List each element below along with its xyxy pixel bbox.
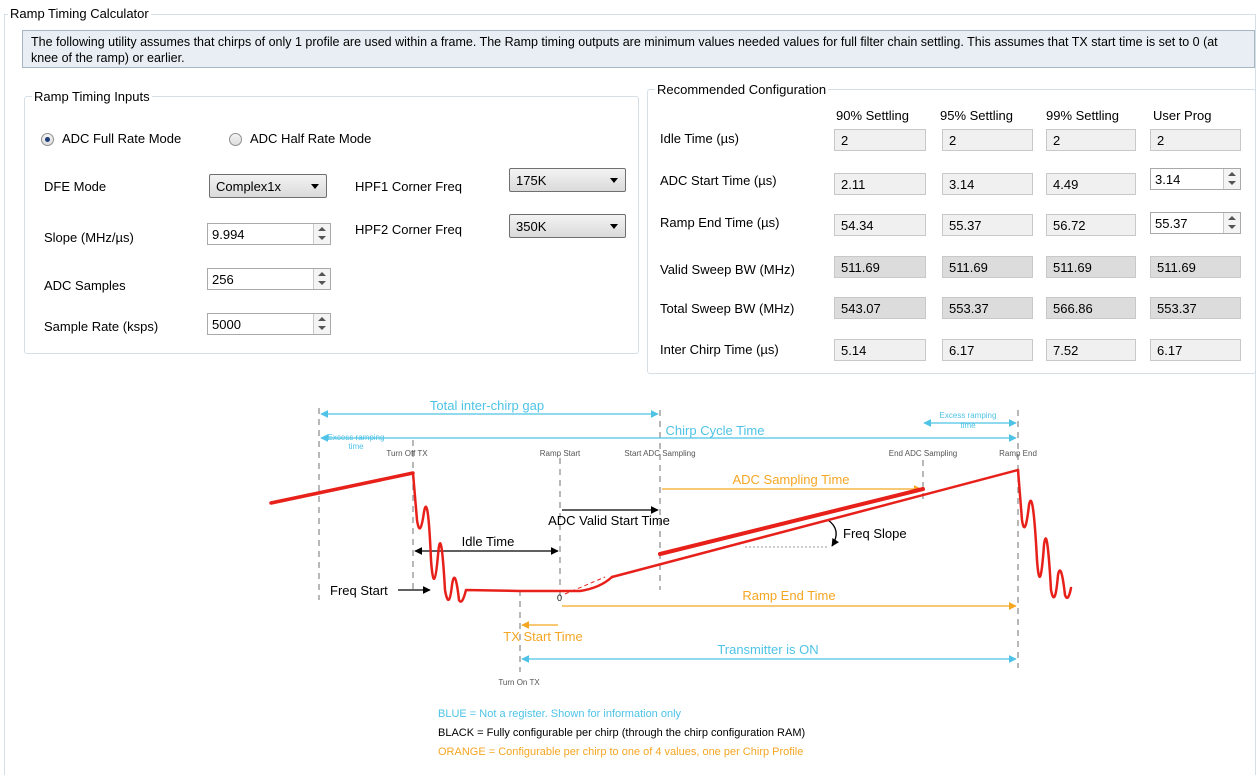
- excess-left-label: Excess ramping: [328, 433, 385, 442]
- zero-label: 0: [557, 593, 562, 603]
- ramp-start-label: Ramp Start: [540, 449, 581, 458]
- legend-orange: ORANGE = Configurable per chirp to one o…: [438, 746, 803, 758]
- total-gap-label: Total inter-chirp gap: [430, 398, 544, 413]
- turn-on-tx-label: Turn On TX: [498, 678, 540, 687]
- end-adc-label: End ADC Sampling: [889, 449, 957, 458]
- excess-left-label-2: time: [348, 442, 364, 451]
- legend-black: BLACK = Fully configurable per chirp (th…: [438, 727, 805, 739]
- turn-off-tx-label: Turn Off TX: [386, 449, 428, 458]
- idle-time-label: Idle Time: [462, 534, 515, 549]
- excess-right-label: Excess ramping: [940, 411, 997, 420]
- excess-right-label-2: time: [960, 421, 976, 430]
- ramp-end-label: Ramp End: [999, 449, 1037, 458]
- chirp-cycle-label: Chirp Cycle Time: [666, 423, 765, 438]
- adc-valid-start-label: ADC Valid Start Time: [548, 513, 670, 528]
- adc-sampling-time-label: ADC Sampling Time: [732, 472, 849, 487]
- ramp-end-time-label: Ramp End Time: [742, 588, 835, 603]
- freq-start-label: Freq Start: [330, 583, 388, 598]
- freq-slope-label: Freq Slope: [843, 526, 907, 541]
- legend-blue: BLUE = Not a register. Shown for informa…: [438, 708, 682, 720]
- ramp-timing-diagram: Total inter-chirp gap Chirp Cycle Time E…: [269, 398, 1073, 758]
- tx-start-time-label: TX Start Time: [503, 629, 582, 644]
- transmitter-on-label: Transmitter is ON: [717, 642, 818, 657]
- start-adc-label: Start ADC Sampling: [624, 449, 695, 458]
